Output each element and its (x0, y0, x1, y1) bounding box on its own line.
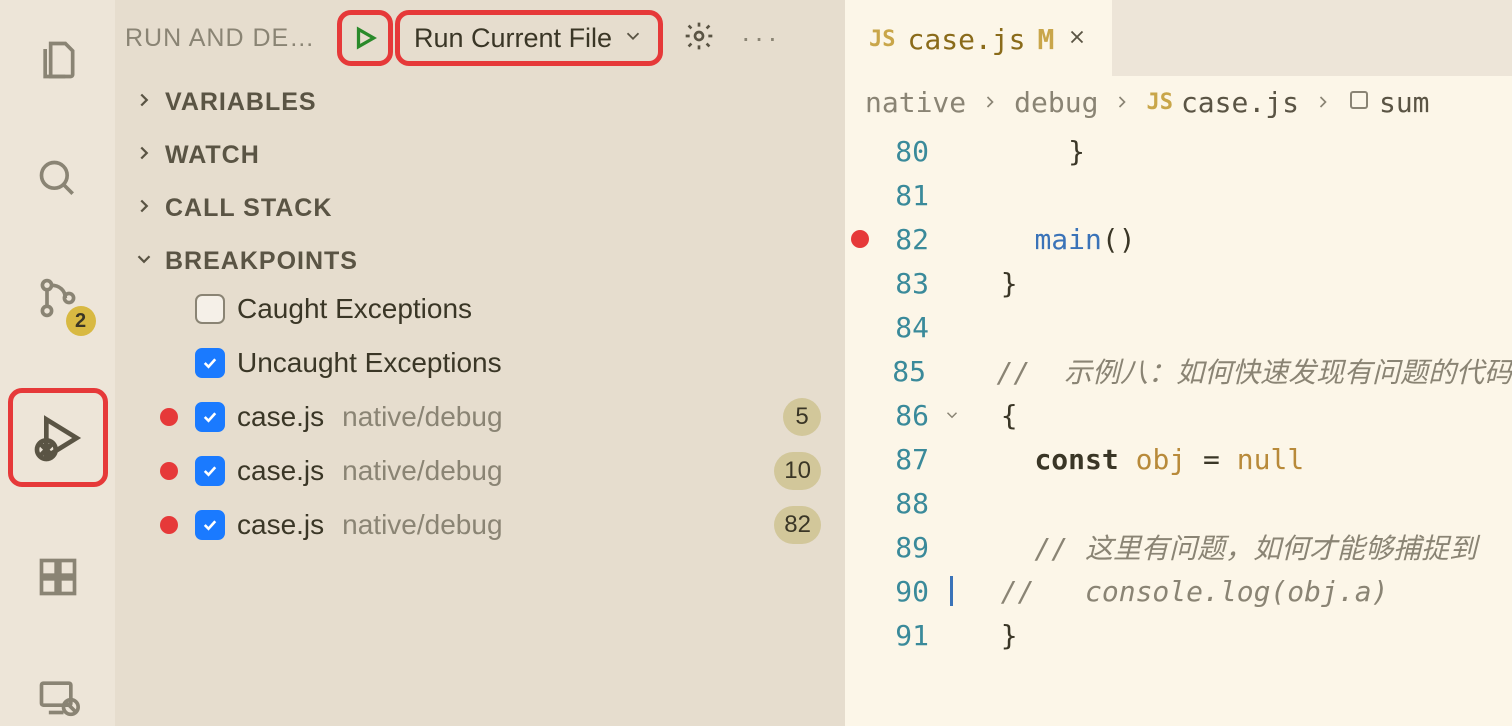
breakpoint-line-badge: 5 (783, 398, 821, 436)
breadcrumb[interactable]: native debug JS case.js sum (845, 76, 1512, 129)
extensions-icon[interactable] (28, 547, 88, 606)
chevron-right-icon (980, 86, 1000, 119)
tab-bar: JS case.js M (845, 0, 1512, 76)
editor-area: JS case.js M native debug JS case.js sum… (845, 0, 1512, 726)
line-number: 90 (875, 575, 937, 608)
watch-header[interactable]: WATCH (115, 135, 845, 176)
callstack-header[interactable]: CALL STACK (115, 188, 845, 229)
exception-breakpoint-row[interactable]: Uncaught Exceptions (155, 336, 845, 390)
breakpoint-checkbox[interactable] (195, 294, 225, 324)
line-number: 89 (875, 531, 937, 564)
cursor (950, 576, 953, 606)
js-file-icon: JS (869, 27, 896, 52)
breadcrumb-folder[interactable]: debug (1014, 86, 1098, 119)
callstack-section: CALL STACK (115, 182, 845, 235)
line-number: 91 (875, 619, 937, 652)
line-number: 83 (875, 267, 937, 300)
search-icon[interactable] (28, 149, 88, 208)
chevron-right-icon (1112, 86, 1132, 119)
breakpoint-checkbox[interactable] (195, 456, 225, 486)
breadcrumb-folder[interactable]: native (865, 86, 966, 119)
code-editor[interactable]: 80 } 81 82 main() 83 } 84 85 // 示例八：如何快速… (845, 129, 1512, 726)
remote-icon[interactable] (28, 667, 88, 726)
breakpoint-file: case.js (237, 401, 324, 433)
line-number: 87 (875, 443, 937, 476)
code-line[interactable]: 86 { (845, 393, 1512, 437)
line-number: 85 (874, 355, 934, 388)
breakpoint-checkbox[interactable] (195, 348, 225, 378)
breakpoint-line-badge: 10 (774, 452, 821, 490)
line-number: 86 (875, 399, 937, 432)
code-line[interactable]: 90 // console.log(obj.a) (845, 569, 1512, 613)
chevron-right-icon (1313, 86, 1333, 119)
variables-section: VARIABLES (115, 76, 845, 129)
file-breakpoint-row[interactable]: case.js native/debug 82 (155, 498, 845, 552)
breakpoint-checkbox[interactable] (195, 402, 225, 432)
code-line[interactable]: 87 const obj = null (845, 437, 1512, 481)
breakpoints-header[interactable]: BREAKPOINTS (115, 241, 845, 282)
more-actions-icon[interactable]: ··· (741, 22, 781, 54)
start-debug-button[interactable] (337, 10, 393, 66)
breakpoint-path: native/debug (342, 509, 502, 541)
breakpoint-label: Caught Exceptions (237, 293, 472, 325)
chevron-down-icon (622, 25, 644, 52)
breakpoint-dot-icon (160, 408, 178, 426)
chevron-right-icon (133, 195, 155, 222)
symbol-method-icon (1347, 86, 1371, 119)
breakpoint-line-badge: 82 (774, 506, 821, 544)
breadcrumb-file[interactable]: JS case.js (1146, 86, 1299, 119)
watch-section: WATCH (115, 129, 845, 182)
breakpoint-file: case.js (237, 509, 324, 541)
close-tab-icon[interactable] (1066, 26, 1088, 52)
breadcrumb-symbol[interactable]: sum (1347, 86, 1430, 119)
code-line[interactable]: 88 (845, 481, 1512, 525)
code-line[interactable]: 89 // 这里有问题，如何才能够捕捉到 (845, 525, 1512, 569)
line-number: 82 (875, 223, 937, 256)
exception-breakpoint-row[interactable]: Caught Exceptions (155, 282, 845, 336)
file-breakpoint-row[interactable]: case.js native/debug 5 (155, 390, 845, 444)
breakpoint-dot-icon[interactable] (851, 230, 869, 248)
tab-case-js[interactable]: JS case.js M (845, 0, 1112, 76)
code-line[interactable]: 80 } (845, 129, 1512, 173)
chevron-down-icon (133, 248, 155, 275)
line-number: 80 (875, 135, 937, 168)
scm-badge: 2 (66, 306, 96, 336)
breakpoint-path: native/debug (342, 401, 502, 433)
chevron-right-icon (133, 89, 155, 116)
modified-indicator: M (1038, 23, 1055, 56)
line-number: 84 (875, 311, 937, 344)
breakpoint-label: Uncaught Exceptions (237, 347, 502, 379)
code-line[interactable]: 82 main() (845, 217, 1512, 261)
sidebar-header: RUN AND DEB… Run Current File ··· (115, 0, 845, 76)
run-debug-sidebar: RUN AND DEB… Run Current File ··· VARIAB… (115, 0, 845, 726)
breakpoint-dot-icon (160, 516, 178, 534)
explorer-icon[interactable] (28, 30, 88, 89)
fold-chevron-icon[interactable] (943, 406, 961, 424)
activity-bar: 2 (0, 0, 115, 726)
js-file-icon: JS (1146, 90, 1173, 115)
breakpoint-path: native/debug (342, 455, 502, 487)
run-debug-icon[interactable] (8, 388, 108, 487)
debug-config-dropdown[interactable]: Run Current File (395, 10, 663, 66)
configure-gear-icon[interactable] (683, 20, 715, 57)
breakpoint-dot-icon (160, 462, 178, 480)
code-line[interactable]: 84 (845, 305, 1512, 349)
sidebar-title: RUN AND DEB… (125, 24, 325, 53)
breakpoint-checkbox[interactable] (195, 510, 225, 540)
code-line[interactable]: 83 } (845, 261, 1512, 305)
line-number: 88 (875, 487, 937, 520)
debug-config-label: Run Current File (414, 23, 612, 54)
code-line[interactable]: 81 (845, 173, 1512, 217)
chevron-right-icon (133, 142, 155, 169)
source-control-icon[interactable]: 2 (28, 269, 88, 328)
line-number: 81 (875, 179, 937, 212)
code-line[interactable]: 91 } (845, 613, 1512, 657)
breakpoints-section: BREAKPOINTS Caught Exceptions Uncaught E… (115, 235, 845, 558)
variables-header[interactable]: VARIABLES (115, 82, 845, 123)
file-breakpoint-row[interactable]: case.js native/debug 10 (155, 444, 845, 498)
tab-filename: case.js (908, 23, 1026, 56)
breakpoint-file: case.js (237, 455, 324, 487)
code-line[interactable]: 85 // 示例八：如何快速发现有问题的代码 (845, 349, 1512, 393)
